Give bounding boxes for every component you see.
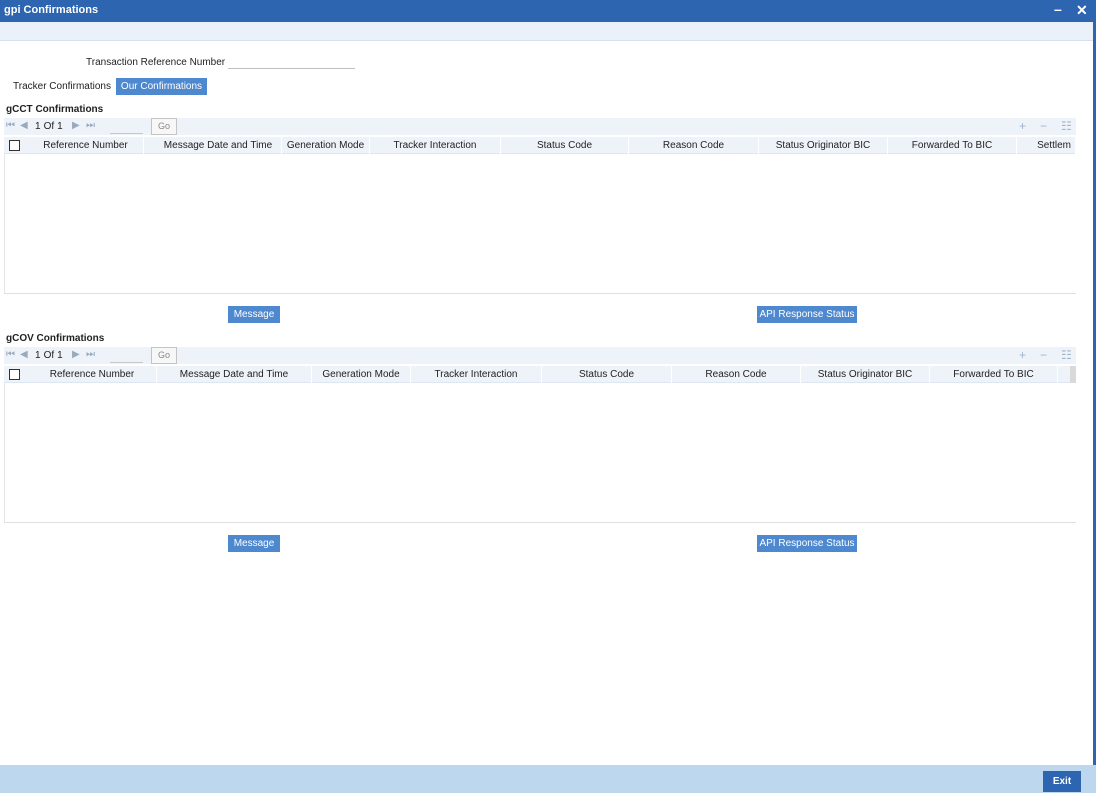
transaction-reference-input[interactable]	[228, 53, 355, 69]
footer-bar: Exit	[0, 765, 1096, 793]
gcov-page-current: 1	[35, 350, 41, 361]
gcct-page-total: 1	[57, 121, 63, 132]
gcov-page-of: Of	[43, 350, 55, 361]
add-row-icon[interactable]: +	[1019, 119, 1026, 133]
tab-tracker-confirmations[interactable]: Tracker Confirmations	[13, 78, 111, 95]
gcct-pager: ⏮ ◀ 1 Of 1 ▶ ⏭ Go + − ☷	[4, 118, 1076, 135]
gcov-table-body	[4, 383, 1076, 523]
transaction-reference-label: Transaction Reference Number	[86, 57, 226, 68]
gcct-page-current: 1	[35, 121, 41, 132]
column-settings-icon[interactable]: ☷	[1061, 119, 1072, 133]
gcct-col-reference-number[interactable]: Reference Number	[28, 137, 144, 154]
gcov-select-all-checkbox[interactable]	[9, 369, 20, 380]
gcov-header-scrollbar[interactable]	[1070, 366, 1076, 383]
gcct-col-message-date-time[interactable]: Message Date and Time	[155, 137, 282, 154]
header-strip	[0, 22, 1096, 41]
gcct-select-all-checkbox[interactable]	[9, 140, 20, 151]
gcov-go-button[interactable]: Go	[151, 347, 177, 364]
gcov-col-message-date-time[interactable]: Message Date and Time	[157, 366, 312, 383]
gcct-col-generation-mode[interactable]: Generation Mode	[282, 137, 370, 154]
gcov-table: Reference Number Message Date and Time G…	[4, 366, 1076, 523]
previous-page-icon[interactable]: ◀	[20, 120, 28, 132]
window-title: gpi Confirmations	[4, 4, 99, 16]
gcct-api-response-status-button[interactable]: API Response Status	[757, 306, 857, 323]
column-settings-icon[interactable]: ☷	[1061, 348, 1072, 362]
gcct-col-status-code[interactable]: Status Code	[501, 137, 629, 154]
gcct-page-of: Of	[43, 121, 55, 132]
gcov-table-header: Reference Number Message Date and Time G…	[4, 366, 1076, 383]
last-page-icon[interactable]: ⏭	[86, 120, 95, 132]
gcct-col-status-originator-bic[interactable]: Status Originator BIC	[759, 137, 888, 154]
previous-page-icon[interactable]: ◀	[20, 349, 28, 361]
delete-row-icon[interactable]: −	[1040, 119, 1047, 133]
gcct-table: Reference Number Message Date and Time G…	[4, 137, 1076, 294]
exit-button[interactable]: Exit	[1043, 771, 1081, 792]
gcct-col-forwarded-to-bic[interactable]: Forwarded To BIC	[888, 137, 1017, 154]
next-page-icon[interactable]: ▶	[72, 120, 80, 132]
gcov-pager: ⏮ ◀ 1 Of 1 ▶ ⏭ Go + − ☷	[4, 347, 1076, 364]
last-page-icon[interactable]: ⏭	[86, 349, 95, 361]
gcct-col-reason-code[interactable]: Reason Code	[629, 137, 759, 154]
gcov-page-info: 1 Of 1	[35, 350, 66, 361]
gcct-go-button[interactable]: Go	[151, 118, 177, 135]
delete-row-icon[interactable]: −	[1040, 348, 1047, 362]
gcov-api-response-status-button[interactable]: API Response Status	[757, 535, 857, 552]
gcov-page-input[interactable]	[110, 349, 143, 363]
gcov-page-total: 1	[57, 350, 63, 361]
first-page-icon[interactable]: ⏮	[6, 349, 15, 361]
gcov-col-generation-mode[interactable]: Generation Mode	[312, 366, 411, 383]
next-page-icon[interactable]: ▶	[72, 349, 80, 361]
gcct-col-tracker-interaction[interactable]: Tracker Interaction	[370, 137, 501, 154]
gcct-page-input[interactable]	[110, 120, 143, 134]
add-row-icon[interactable]: +	[1019, 348, 1026, 362]
gcov-col-status-originator-bic[interactable]: Status Originator BIC	[801, 366, 930, 383]
gcov-col-reason-code[interactable]: Reason Code	[672, 366, 801, 383]
title-bar: gpi Confirmations – ✕	[0, 0, 1096, 22]
gcov-section-title: gCOV Confirmations	[6, 333, 105, 344]
close-icon[interactable]: ✕	[1076, 2, 1088, 18]
gcct-message-button[interactable]: Message	[228, 306, 280, 323]
first-page-icon[interactable]: ⏮	[6, 120, 15, 132]
gcov-message-button[interactable]: Message	[228, 535, 280, 552]
tab-our-confirmations[interactable]: Our Confirmations	[116, 78, 207, 95]
gcct-page-info: 1 Of 1	[35, 121, 66, 132]
gcct-col-settlement[interactable]: Settlem	[1017, 137, 1076, 154]
minimize-icon[interactable]: –	[1054, 1, 1062, 17]
gcct-table-header: Reference Number Message Date and Time G…	[4, 137, 1076, 154]
gcov-col-forwarded-to-bic[interactable]: Forwarded To BIC	[930, 366, 1058, 383]
gcct-section-title: gCCT Confirmations	[6, 104, 104, 115]
gcov-col-reference-number[interactable]: Reference Number	[28, 366, 157, 383]
gcov-col-status-code[interactable]: Status Code	[542, 366, 672, 383]
gcct-table-body	[4, 154, 1076, 294]
gcov-col-tracker-interaction[interactable]: Tracker Interaction	[411, 366, 542, 383]
